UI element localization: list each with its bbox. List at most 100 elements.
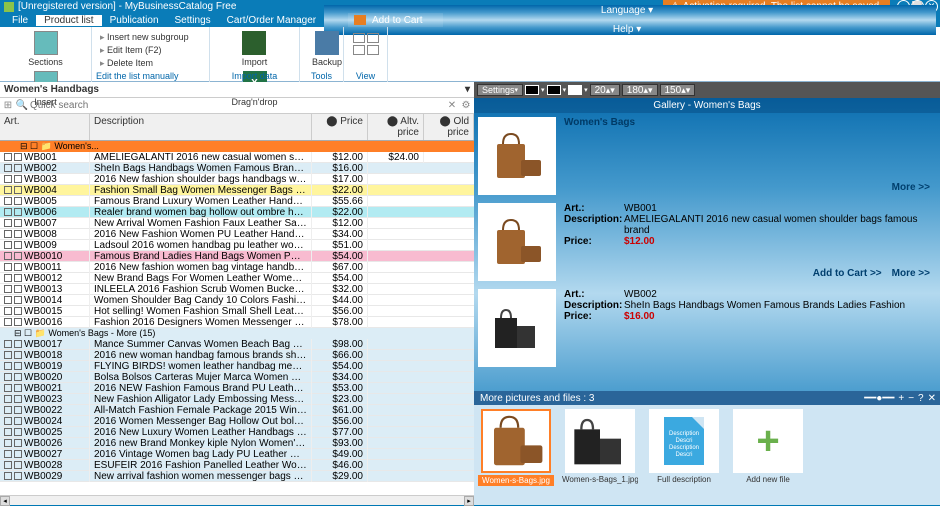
table-row[interactable]: WB002SheIn Bags Handbags Women Famous Br…	[0, 163, 474, 174]
settings-dropdown[interactable]: Settings	[477, 84, 523, 96]
table-row[interactable]: WB0016Fashion 2016 Designers Women Messe…	[0, 317, 474, 328]
table-row[interactable]: WB0010Famous Brand Ladies Hand Bags Wome…	[0, 251, 474, 262]
category-header[interactable]: Women's Handbags	[0, 82, 474, 98]
gallery-item[interactable]: Art.:WB001Description:AMELIEGALANTI 2016…	[478, 203, 936, 281]
menu-publication[interactable]: Publication	[102, 15, 167, 26]
table-row[interactable]: WB007New Arrival Women Fashion Faux Leat…	[0, 218, 474, 229]
group-tools-label: Tools	[300, 71, 343, 81]
table-row[interactable]: WB0020Bolsa Bolsos Carteras Mujer Marca …	[0, 372, 474, 383]
col-old-price[interactable]: ⬤ Old price	[424, 114, 474, 140]
table-row[interactable]: WB0022All-Match Fashion Female Package 2…	[0, 405, 474, 416]
table-row[interactable]: WB0028ESUFEIR 2016 Fashion Panelled Leat…	[0, 460, 474, 471]
add-to-cart-button[interactable]: Add to Cart	[348, 13, 443, 27]
zoom-slider[interactable]: ━━●━━	[864, 393, 894, 404]
gallery-item[interactable]: Women's BagsMore >>	[478, 117, 936, 195]
section-row[interactable]: ⊟ ☐ 📁 Women's Bags - More (15)	[0, 328, 474, 339]
thumb-item[interactable]: Women-s-Bags.jpg	[478, 409, 554, 501]
view-opt-icon[interactable]	[353, 45, 365, 55]
table-row[interactable]: WB001AMELIEGALANTI 2016 new casual women…	[0, 152, 474, 163]
add-to-cart-link[interactable]: Add to Cart >>	[813, 268, 882, 279]
group-import-label: Import data	[210, 71, 299, 81]
table-row[interactable]: WB005Famous Brand Luxury Women Leather H…	[0, 196, 474, 207]
menu-file[interactable]: File	[4, 15, 36, 26]
menu-settings[interactable]: Settings	[167, 15, 219, 26]
edit-list-link[interactable]: Edit the list manually	[92, 71, 209, 81]
color-swatch[interactable]	[525, 85, 539, 95]
spin-input[interactable]: 20 ▴▾	[590, 84, 620, 96]
table-row[interactable]: WB0032016 New fashion shoulder bags hand…	[0, 174, 474, 185]
ribbon: Sections Insert Insert new subgroup Edit…	[0, 27, 940, 82]
language-menu[interactable]: Language ▾	[601, 5, 653, 16]
table-row[interactable]: WB006Realer brand women bag hollow out o…	[0, 207, 474, 218]
table-row[interactable]: WB0013INLEELA 2016 Fashion Scrub Women B…	[0, 284, 474, 295]
spin-input[interactable]: 180 ▴▾	[622, 84, 658, 96]
table-row[interactable]: WB0019FLYING BIRDS! women leather handba…	[0, 361, 474, 372]
more-link[interactable]: More >>	[892, 182, 930, 193]
table-row[interactable]: WB00182016 new woman handbag famous bran…	[0, 350, 474, 361]
thumb-item[interactable]: Description Descri Description DescriFul…	[646, 409, 722, 501]
col-alt-price[interactable]: ⬤ Altv. price	[368, 114, 424, 140]
app-icon	[4, 2, 14, 12]
gallery-panel: Settings ▾ ▾ ▾ 20 ▴▾ 180 ▴▾ 150 ▴▾ Galle…	[474, 82, 940, 505]
gallery-toolbar: Settings ▾ ▾ ▾ 20 ▴▾ 180 ▴▾ 150 ▴▾	[474, 82, 940, 98]
table-row[interactable]: WB0082016 New Fashion Women PU Leather H…	[0, 229, 474, 240]
color-swatch[interactable]	[547, 85, 561, 95]
table-row[interactable]: WB00212016 NEW Fashion Famous Brand PU L…	[0, 383, 474, 394]
more-link[interactable]: More >>	[892, 268, 930, 279]
thumb-item[interactable]: +Add new file	[730, 409, 806, 501]
view-opt-icon[interactable]	[353, 33, 365, 43]
col-art[interactable]: Art.	[0, 114, 90, 140]
gallery-thumb[interactable]	[478, 289, 556, 367]
app-title: [Unregistered version] - MyBusinessCatal…	[18, 1, 236, 12]
table-row[interactable]: WB00272016 Vintage Women bag Lady PU Lea…	[0, 449, 474, 460]
help-icon[interactable]: ?	[918, 393, 924, 404]
col-price[interactable]: ⬤ Price	[312, 114, 368, 140]
insert-subgroup-item[interactable]: Insert new subgroup	[100, 31, 189, 44]
table-row[interactable]: WB0014Women Shoulder Bag Candy 10 Colors…	[0, 295, 474, 306]
table-row[interactable]: WB0015Hot selling! Women Fashion Small S…	[0, 306, 474, 317]
table-header: Art. Description ⬤ Price ⬤ Altv. price ⬤…	[0, 114, 474, 141]
menubar: File Product list Publication Settings C…	[0, 13, 940, 27]
help-menu[interactable]: Help ▾	[613, 24, 641, 35]
table-row[interactable]: WB00252016 New Luxury Women Leather Hand…	[0, 427, 474, 438]
gallery-item[interactable]: Art.:WB002Description:SheIn Bags Handbag…	[478, 289, 936, 367]
h-scrollbar[interactable]: ◂ ▸	[0, 495, 474, 505]
table-row[interactable]: WB0023New Fashion Alligator Lady Embossi…	[0, 394, 474, 405]
zoom-out-icon[interactable]: −	[908, 393, 914, 404]
cart-icon	[354, 15, 366, 25]
section-row[interactable]: ⊟ ☐ 📁 Women's...	[0, 141, 474, 152]
table-row[interactable]: WB00242016 Women Messenger Bag Hollow Ou…	[0, 416, 474, 427]
product-list-panel: Women's Handbags ⊞ 🔍 ✕ ⚙ Art. Descriptio…	[0, 82, 474, 505]
zoom-in-icon[interactable]: +	[898, 393, 904, 404]
spin-input[interactable]: 150 ▴▾	[660, 84, 696, 96]
menu-cart-order[interactable]: Cart/Order Manager	[219, 15, 324, 26]
view-opt-icon[interactable]	[367, 33, 379, 43]
expand-all-icon[interactable]: ⊞	[2, 100, 14, 112]
clear-search-icon[interactable]: ✕	[446, 100, 458, 112]
menu-product-list[interactable]: Product list	[36, 15, 101, 26]
table-row[interactable]: WB009Ladsoul 2016 women handbag pu leath…	[0, 240, 474, 251]
color-swatch[interactable]	[568, 85, 582, 95]
delete-item[interactable]: Delete Item	[100, 57, 189, 70]
view-opt-icon[interactable]	[367, 45, 379, 55]
sections-button[interactable]: Sections	[28, 31, 63, 67]
table-row[interactable]: WB0017Mance Summer Canvas Women Beach Ba…	[0, 339, 474, 350]
table-row[interactable]: WB0029New arrival fashion women messenge…	[0, 471, 474, 482]
search-icon: 🔍	[16, 100, 28, 112]
edit-item[interactable]: Edit Item (F2)	[100, 44, 189, 57]
document-icon: Description Descri Description Descri	[664, 417, 704, 465]
table-row[interactable]: WB004Fashion Small Bag Women Messenger B…	[0, 185, 474, 196]
thumb-item[interactable]: Women-s-Bags_1.jpg	[562, 409, 638, 501]
gallery-thumb[interactable]	[478, 117, 556, 195]
backup-button[interactable]: Backup	[312, 31, 342, 67]
close-thumbs-icon[interactable]: ✕	[928, 393, 936, 404]
col-desc[interactable]: Description	[90, 114, 312, 140]
table-row[interactable]: WB00262016 new Brand Monkey kiple Nylon …	[0, 438, 474, 449]
table-row[interactable]: WB00112016 New fashion women bag vintage…	[0, 262, 474, 273]
filter-icon[interactable]: ⚙	[460, 100, 472, 112]
import-button[interactable]: Import	[242, 31, 268, 67]
gallery-thumb[interactable]	[478, 203, 556, 281]
table-row[interactable]: WB0012New Brand Bags For Women Leather W…	[0, 273, 474, 284]
gallery-title: Gallery - Women's Bags	[474, 98, 940, 113]
group-view-label: View	[344, 71, 387, 81]
